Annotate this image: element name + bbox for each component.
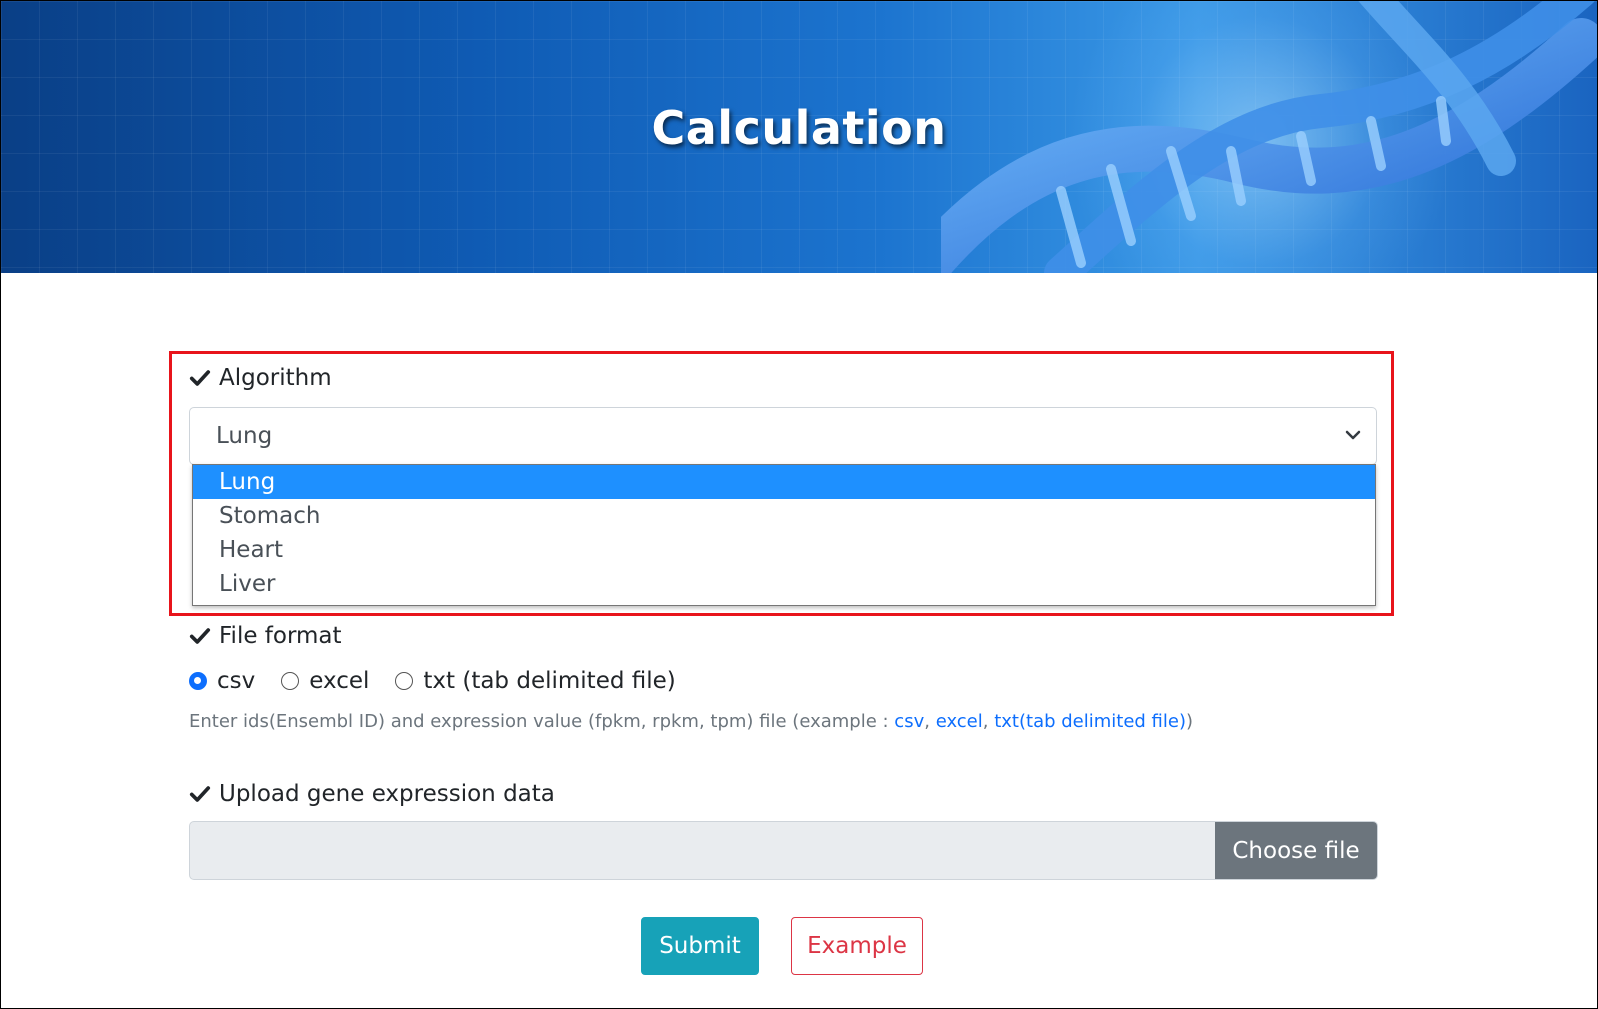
dropdown-option-stomach[interactable]: Stomach: [193, 499, 1375, 533]
radio-button-excel[interactable]: [281, 672, 300, 690]
radio-label-excel: excel: [309, 668, 370, 694]
example-link-excel[interactable]: excel: [936, 711, 983, 732]
algorithm-label: Algorithm: [219, 365, 332, 391]
dropdown-option-liver[interactable]: Liver: [193, 567, 1375, 601]
algorithm-dropdown-list: Lung Stomach Heart Liver: [192, 464, 1376, 606]
check-icon: [189, 628, 211, 644]
radio-button-txt[interactable]: [395, 672, 414, 690]
algorithm-select[interactable]: Lung: [189, 407, 1377, 465]
header-banner: Calculation: [1, 1, 1597, 273]
chevron-down-icon: [1345, 430, 1361, 440]
example-link-txt[interactable]: txt(tab delimited file): [994, 711, 1186, 732]
file-format-label: File format: [219, 623, 342, 649]
dropdown-option-heart[interactable]: Heart: [193, 533, 1375, 567]
dropdown-option-lung[interactable]: Lung: [193, 465, 1375, 499]
radio-label-txt: txt (tab delimited file): [423, 668, 676, 694]
submit-button[interactable]: Submit: [641, 917, 759, 975]
file-format-radio-group: csv excel txt (tab delimited file): [189, 668, 702, 694]
file-format-heading: File format: [189, 623, 342, 649]
radio-csv[interactable]: csv: [189, 668, 255, 694]
radio-excel[interactable]: excel: [281, 668, 369, 694]
help-prefix: Enter ids(Ensembl ID) and expression val…: [189, 711, 895, 732]
page: Calculation Algorithm Lung Lung Stomach …: [0, 0, 1598, 1009]
radio-button-csv[interactable]: [189, 672, 207, 690]
radio-label-csv: csv: [217, 668, 256, 694]
check-icon: [189, 786, 211, 802]
upload-heading: Upload gene expression data: [189, 781, 555, 807]
file-format-help-text: Enter ids(Ensembl ID) and expression val…: [189, 711, 1194, 732]
example-link-csv[interactable]: csv: [894, 711, 924, 732]
check-icon: [189, 370, 211, 386]
page-title: Calculation: [651, 101, 947, 155]
upload-label: Upload gene expression data: [219, 781, 555, 807]
radio-txt[interactable]: txt (tab delimited file): [395, 668, 676, 694]
example-button[interactable]: Example: [791, 917, 923, 975]
algorithm-heading: Algorithm: [189, 365, 332, 391]
file-upload-input[interactable]: Choose file: [189, 821, 1378, 880]
algorithm-selected-value: Lung: [216, 423, 273, 449]
help-suffix: ): [1186, 711, 1194, 732]
choose-file-button[interactable]: Choose file: [1215, 822, 1377, 879]
